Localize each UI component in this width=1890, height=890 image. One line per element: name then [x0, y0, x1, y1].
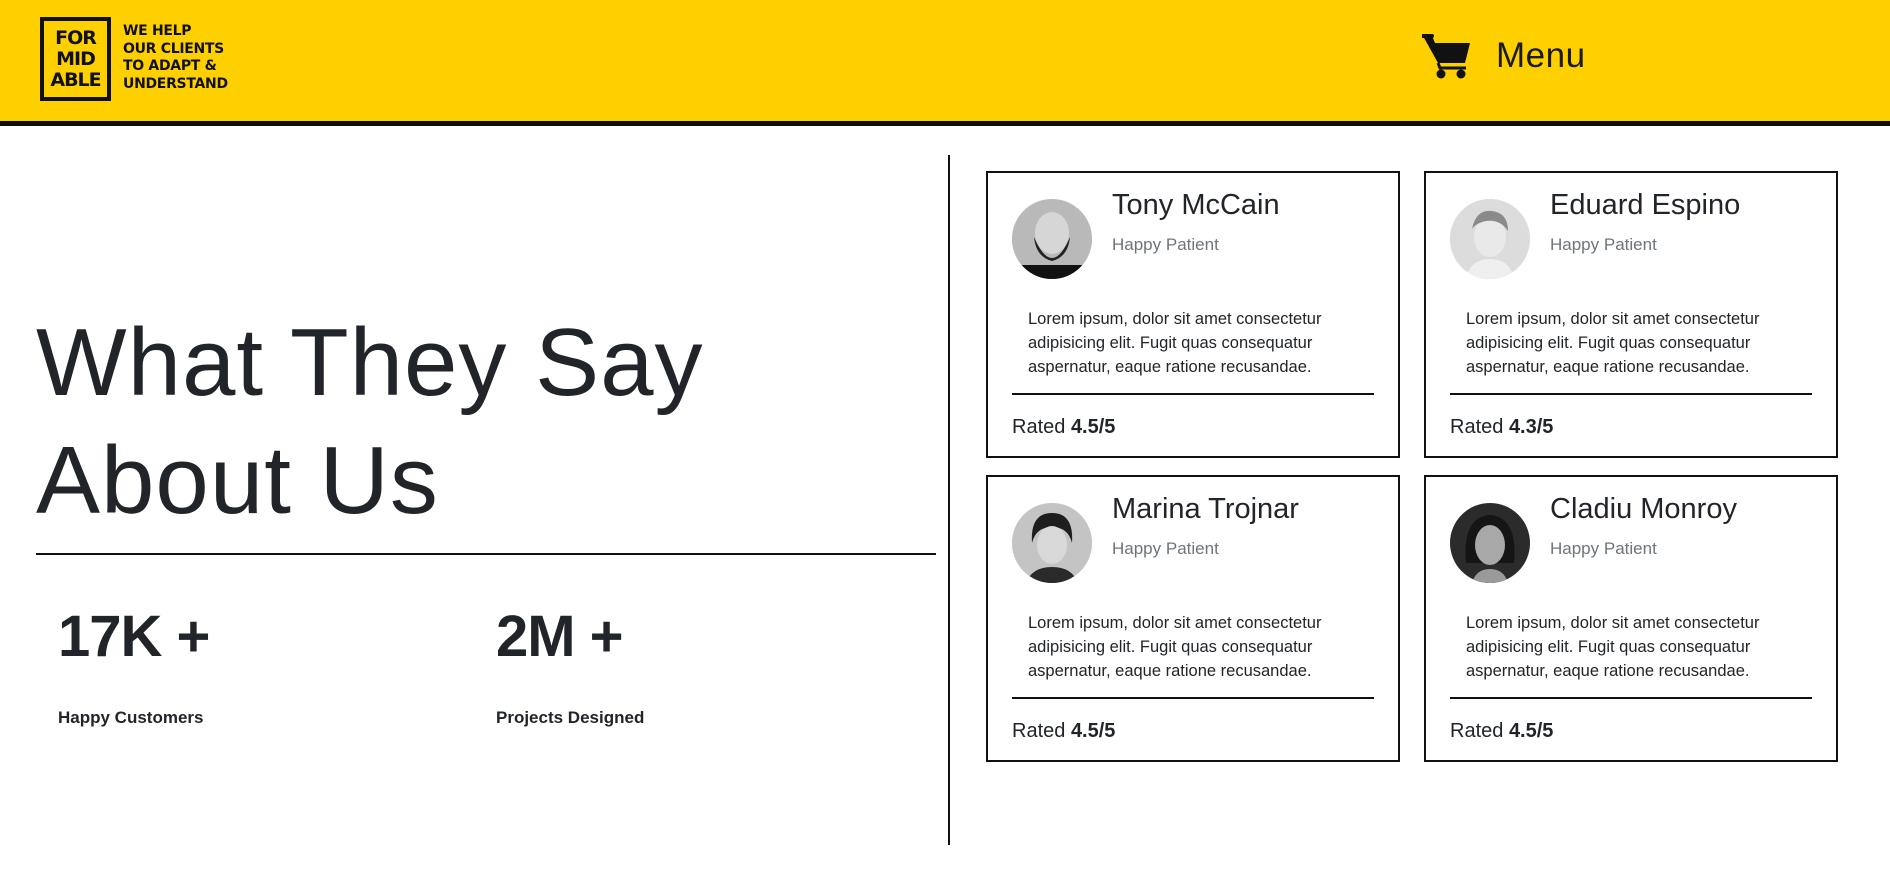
rating-prefix: Rated	[1450, 416, 1504, 438]
title-line: What They Say	[36, 309, 704, 416]
testimonial-card: Tony McCain Happy Patient Lorem ipsum, d…	[986, 171, 1400, 458]
rating-value: 4.5/5	[1508, 720, 1554, 742]
reviewer-name: Cladiu Monroy	[1550, 493, 1737, 525]
brand-tagline: WE HELP OUR CLIENTS TO ADAPT & UNDERSTAN…	[123, 23, 228, 93]
avatar	[1450, 503, 1530, 583]
header-nav: Menu	[1422, 32, 1586, 80]
card-divider	[1012, 697, 1374, 699]
tagline-line: UNDERSTAND	[123, 75, 228, 92]
person-photo-icon	[1012, 199, 1092, 279]
stat-projects-designed: 2M + Projects Designed	[496, 604, 644, 728]
shopping-cart-icon[interactable]	[1422, 32, 1472, 80]
tagline-line: OUR CLIENTS	[123, 40, 224, 57]
reviewer-name: Tony McCain	[1112, 189, 1280, 221]
testimonial-card: Marina Trojnar Happy Patient Lorem ipsum…	[986, 475, 1400, 762]
rating: Rated 4.3/5	[1450, 416, 1553, 439]
page-title: What They Say About Us	[36, 304, 936, 540]
card-divider	[1450, 697, 1812, 699]
testimonial-card: Cladiu Monroy Happy Patient Lorem ipsum,…	[1424, 475, 1838, 762]
review-text: Lorem ipsum, dolor sit amet consectetur …	[1028, 310, 1322, 376]
stat-value: 2M +	[496, 604, 624, 669]
reviewer-role: Happy Patient	[1112, 539, 1219, 558]
reviewer-name: Eduard Espino	[1550, 189, 1741, 221]
avatar	[1012, 199, 1092, 279]
rating-value: 4.3/5	[1508, 416, 1554, 438]
avatar	[1450, 199, 1530, 279]
reviewer-role: Happy Patient	[1550, 235, 1657, 254]
brand-logo[interactable]: FOR MID ABLE WE HELP OUR CLIENTS TO ADAP…	[40, 17, 228, 101]
stat-value: 17K +	[58, 604, 210, 669]
reviewer-role: Happy Patient	[1550, 539, 1657, 558]
title-line: About Us	[36, 427, 439, 534]
logo-line: FOR	[55, 27, 97, 49]
testimonial-card: Eduard Espino Happy Patient Lorem ipsum,…	[1424, 171, 1838, 458]
stat-label: Happy Customers	[58, 708, 204, 727]
rating-value: 4.5/5	[1070, 720, 1116, 742]
stat-label: Projects Designed	[496, 708, 645, 727]
rating-prefix: Rated	[1450, 720, 1504, 742]
review-text: Lorem ipsum, dolor sit amet consectetur …	[1466, 310, 1760, 376]
reviewer-role: Happy Patient	[1112, 235, 1219, 254]
card-divider	[1450, 393, 1812, 395]
tagline-line: TO ADAPT &	[123, 58, 217, 74]
card-divider	[1012, 393, 1374, 395]
logo-line: ABLE	[50, 69, 101, 91]
stat-happy-customers: 17K + Happy Customers	[58, 604, 210, 728]
rating-prefix: Rated	[1012, 720, 1066, 742]
tagline-line: WE HELP	[123, 23, 192, 39]
logo-mark: FOR MID ABLE	[40, 17, 111, 101]
vertical-divider	[948, 155, 950, 845]
section-divider	[36, 553, 936, 555]
person-photo-icon	[1450, 503, 1530, 583]
avatar	[1012, 503, 1092, 583]
rating-prefix: Rated	[1012, 416, 1066, 438]
logo-line: MID	[56, 48, 96, 70]
review-text: Lorem ipsum, dolor sit amet consectetur …	[1466, 614, 1760, 680]
rating-value: 4.5/5	[1070, 416, 1116, 438]
rating: Rated 4.5/5	[1450, 720, 1553, 743]
person-photo-icon	[1450, 199, 1530, 279]
rating: Rated 4.5/5	[1012, 720, 1115, 743]
person-photo-icon	[1012, 503, 1092, 583]
review-text: Lorem ipsum, dolor sit amet consectetur …	[1028, 614, 1322, 680]
reviewer-name: Marina Trojnar	[1112, 493, 1299, 525]
rating: Rated 4.5/5	[1012, 416, 1115, 439]
menu-button[interactable]: Menu	[1496, 36, 1586, 76]
site-header: FOR MID ABLE WE HELP OUR CLIENTS TO ADAP…	[0, 0, 1890, 126]
